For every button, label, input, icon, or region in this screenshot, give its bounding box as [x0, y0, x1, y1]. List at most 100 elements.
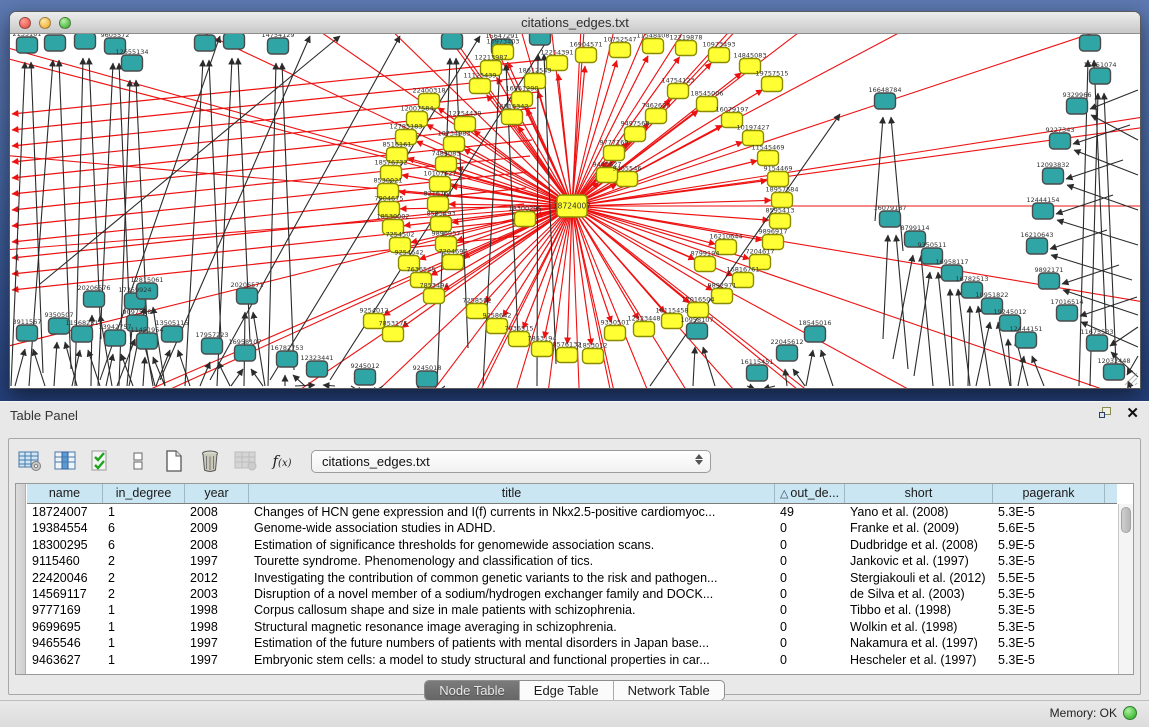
memory-status-indicator[interactable]	[1123, 706, 1137, 720]
delete-table-icon[interactable]	[195, 447, 225, 475]
network-window-titlebar[interactable]: citations_edges.txt	[10, 12, 1140, 34]
zoom-window-button[interactable]	[59, 17, 71, 29]
graph-node[interactable]	[687, 323, 708, 339]
window-resize-grip[interactable]	[1122, 370, 1138, 386]
graph-node[interactable]	[770, 214, 791, 229]
graph-node[interactable]	[634, 322, 655, 337]
graph-node[interactable]	[604, 146, 625, 161]
graph-node[interactable]	[530, 34, 551, 45]
graph-node[interactable]	[235, 345, 256, 361]
minimize-window-button[interactable]	[39, 17, 51, 29]
graph-node[interactable]	[1087, 335, 1108, 351]
graph-node[interactable]	[202, 338, 223, 354]
clear-selection-icon[interactable]	[123, 447, 153, 475]
graph-node[interactable]	[1016, 332, 1037, 348]
column-header-year[interactable]: year	[185, 484, 249, 503]
tab-edge-table[interactable]: Edge Table	[520, 681, 614, 700]
graph-node[interactable]	[45, 35, 66, 51]
table-selector-dropdown[interactable]: citations_edges.txt	[311, 450, 711, 473]
table-row[interactable]: 1938455462009Genome-wide association stu…	[27, 520, 1117, 536]
table-row[interactable]: 977716911998Corpus callosum shape and si…	[27, 602, 1117, 618]
graph-node[interactable]	[712, 289, 733, 304]
graph-node[interactable]	[470, 79, 491, 94]
graph-node[interactable]	[307, 361, 328, 377]
graph-node[interactable]	[668, 84, 689, 99]
graph-node[interactable]	[1039, 273, 1060, 289]
tab-node-table[interactable]: Node Table	[425, 681, 520, 700]
graph-node[interactable]	[772, 193, 793, 208]
graph-node[interactable]	[777, 345, 798, 361]
graph-node[interactable]	[768, 172, 789, 187]
graph-node[interactable]	[515, 212, 536, 227]
column-header-in_degree[interactable]: in_degree	[103, 484, 185, 503]
graph-node[interactable]	[75, 34, 96, 49]
graph-node[interactable]	[224, 34, 245, 49]
graph-node[interactable]	[747, 365, 768, 381]
network-graph[interactable]: 2135161164351486351249605572126551341601…	[10, 34, 1140, 388]
graph-node[interactable]	[137, 333, 158, 349]
graph-node[interactable]	[662, 314, 683, 329]
graph-node[interactable]	[383, 327, 404, 342]
table-row[interactable]: 911546021997Tourette syndrome. Phenomeno…	[27, 553, 1117, 569]
table-row[interactable]: 946554611997Estimation of the future num…	[27, 635, 1117, 651]
graph-node[interactable]	[758, 151, 779, 166]
tab-network-table[interactable]: Network Table	[614, 681, 724, 700]
graph-node[interactable]	[1090, 68, 1111, 84]
new-table-icon[interactable]	[159, 447, 189, 475]
network-canvas[interactable]: 2135161164351486351249605572126551341601…	[10, 34, 1140, 388]
table-row[interactable]: 969969511998Structural magnetic resonanc…	[27, 619, 1117, 635]
graph-node[interactable]	[1033, 203, 1054, 219]
vertical-scrollbar[interactable]	[1118, 504, 1133, 674]
graph-node[interactable]	[509, 332, 530, 347]
graph-node[interactable]	[695, 257, 716, 272]
column-header-pagerank[interactable]: pagerank	[993, 484, 1105, 503]
graph-node[interactable]	[557, 348, 578, 363]
graph-node[interactable]	[875, 93, 896, 109]
column-header-out_de[interactable]: △out_de...	[775, 484, 845, 503]
graph-node[interactable]	[676, 41, 697, 56]
select-column-icon[interactable]	[51, 447, 81, 475]
graph-node[interactable]	[880, 211, 901, 227]
graph-node[interactable]	[268, 38, 289, 54]
function-builder-icon[interactable]: f(x)	[267, 447, 297, 475]
column-header-short[interactable]: short	[845, 484, 993, 503]
column-header-title[interactable]: title	[249, 484, 775, 503]
graph-node[interactable]	[195, 35, 216, 51]
graph-node[interactable]	[643, 39, 664, 54]
graph-node[interactable]	[17, 37, 38, 53]
graph-node[interactable]	[424, 289, 445, 304]
graph-node[interactable]	[162, 326, 183, 342]
graph-node[interactable]	[417, 371, 438, 387]
graph-node[interactable]	[122, 55, 143, 71]
graph-node[interactable]	[17, 325, 38, 341]
graph-node[interactable]	[502, 110, 523, 125]
graph-node[interactable]	[610, 43, 631, 58]
graph-node[interactable]	[762, 77, 783, 92]
graph-node[interactable]	[1027, 238, 1048, 254]
table-row[interactable]: 946362711997Embryonic stem cells: a mode…	[27, 652, 1117, 668]
graph-node[interactable]	[442, 34, 463, 49]
scrollbar-thumb[interactable]	[1121, 507, 1131, 533]
graph-node[interactable]	[1057, 305, 1078, 321]
table-row[interactable]: 2242004622012Investigating the contribut…	[27, 570, 1117, 586]
graph-node[interactable]	[105, 330, 126, 346]
graph-node[interactable]	[605, 326, 626, 341]
select-all-rows-icon[interactable]	[87, 447, 117, 475]
graph-node[interactable]	[84, 291, 105, 307]
graph-node[interactable]	[1043, 168, 1064, 184]
graph-node[interactable]	[443, 255, 464, 270]
graph-node[interactable]	[709, 48, 730, 63]
graph-node[interactable]	[697, 97, 718, 112]
close-window-button[interactable]	[19, 17, 31, 29]
graph-node[interactable]	[576, 48, 597, 63]
graph-node[interactable]	[237, 288, 258, 304]
graph-node[interactable]	[1050, 133, 1071, 149]
close-panel-icon[interactable]: ✕	[1126, 407, 1139, 421]
graph-node[interactable]	[617, 172, 638, 187]
graph-node[interactable]	[1080, 35, 1101, 51]
table-row[interactable]: 1872400712008Changes of HCN gene express…	[27, 504, 1117, 520]
column-header-name[interactable]: name	[27, 484, 103, 503]
modify-table-columns-icon[interactable]	[15, 447, 45, 475]
graph-node[interactable]	[583, 349, 604, 364]
graph-node[interactable]	[355, 369, 376, 385]
